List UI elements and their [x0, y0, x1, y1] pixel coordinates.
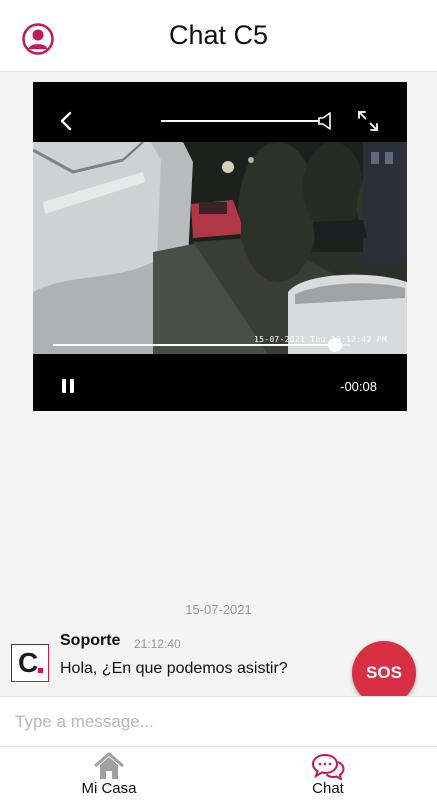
camera-footage-image — [33, 142, 407, 354]
pause-icon-bar-right — [70, 379, 74, 393]
pause-icon-bar-left — [62, 379, 66, 393]
nav-item-mi-casa[interactable]: Mi Casa — [0, 747, 218, 800]
chat-bubbles-icon — [311, 753, 345, 780]
sender-avatar: C — [11, 644, 49, 682]
top-bar: Chat C5 — [0, 0, 437, 72]
date-separator: 15-07-2021 — [185, 602, 252, 617]
nav-item-label: Chat — [312, 780, 344, 797]
video-timestamp: 15-07-2021 Thu 10:12:42 PM — [253, 335, 387, 344]
seek-bar[interactable] — [53, 338, 350, 352]
brand-logo-icon: C — [18, 647, 39, 678]
page-title: Chat C5 — [168, 20, 269, 50]
volume-icon — [318, 112, 331, 130]
message-time: 21:12:40 — [134, 637, 181, 651]
message-sender: Soporte — [60, 632, 121, 649]
home-icon — [94, 752, 124, 779]
bottom-navigation: Mi Casa Chat — [0, 746, 437, 800]
time-remaining: -00:08 — [340, 379, 377, 394]
message-input[interactable] — [0, 697, 437, 747]
video-frame[interactable]: 15-07-2021 Thu 10:12:42 PM — [33, 142, 407, 354]
seek-bar-fill — [53, 344, 336, 346]
message-text: Hola, ¿En que podemos asistir? — [60, 660, 288, 677]
player-controls-top — [33, 82, 407, 142]
back-button[interactable] — [57, 110, 77, 132]
volume-slider[interactable] — [161, 120, 319, 122]
nav-item-chat[interactable]: Chat — [219, 747, 437, 800]
volume-button[interactable] — [318, 111, 332, 131]
expand-icon — [358, 111, 378, 131]
brand-logo-dot — [38, 668, 43, 673]
nav-item-label: Mi Casa — [81, 780, 137, 797]
pause-button[interactable] — [62, 379, 76, 393]
fullscreen-button[interactable] — [357, 110, 379, 132]
chevron-left-icon — [60, 111, 72, 131]
video-player[interactable]: 15-07-2021 Thu 10:12:42 PM -00:08 — [33, 82, 407, 411]
message-composer — [0, 696, 437, 747]
